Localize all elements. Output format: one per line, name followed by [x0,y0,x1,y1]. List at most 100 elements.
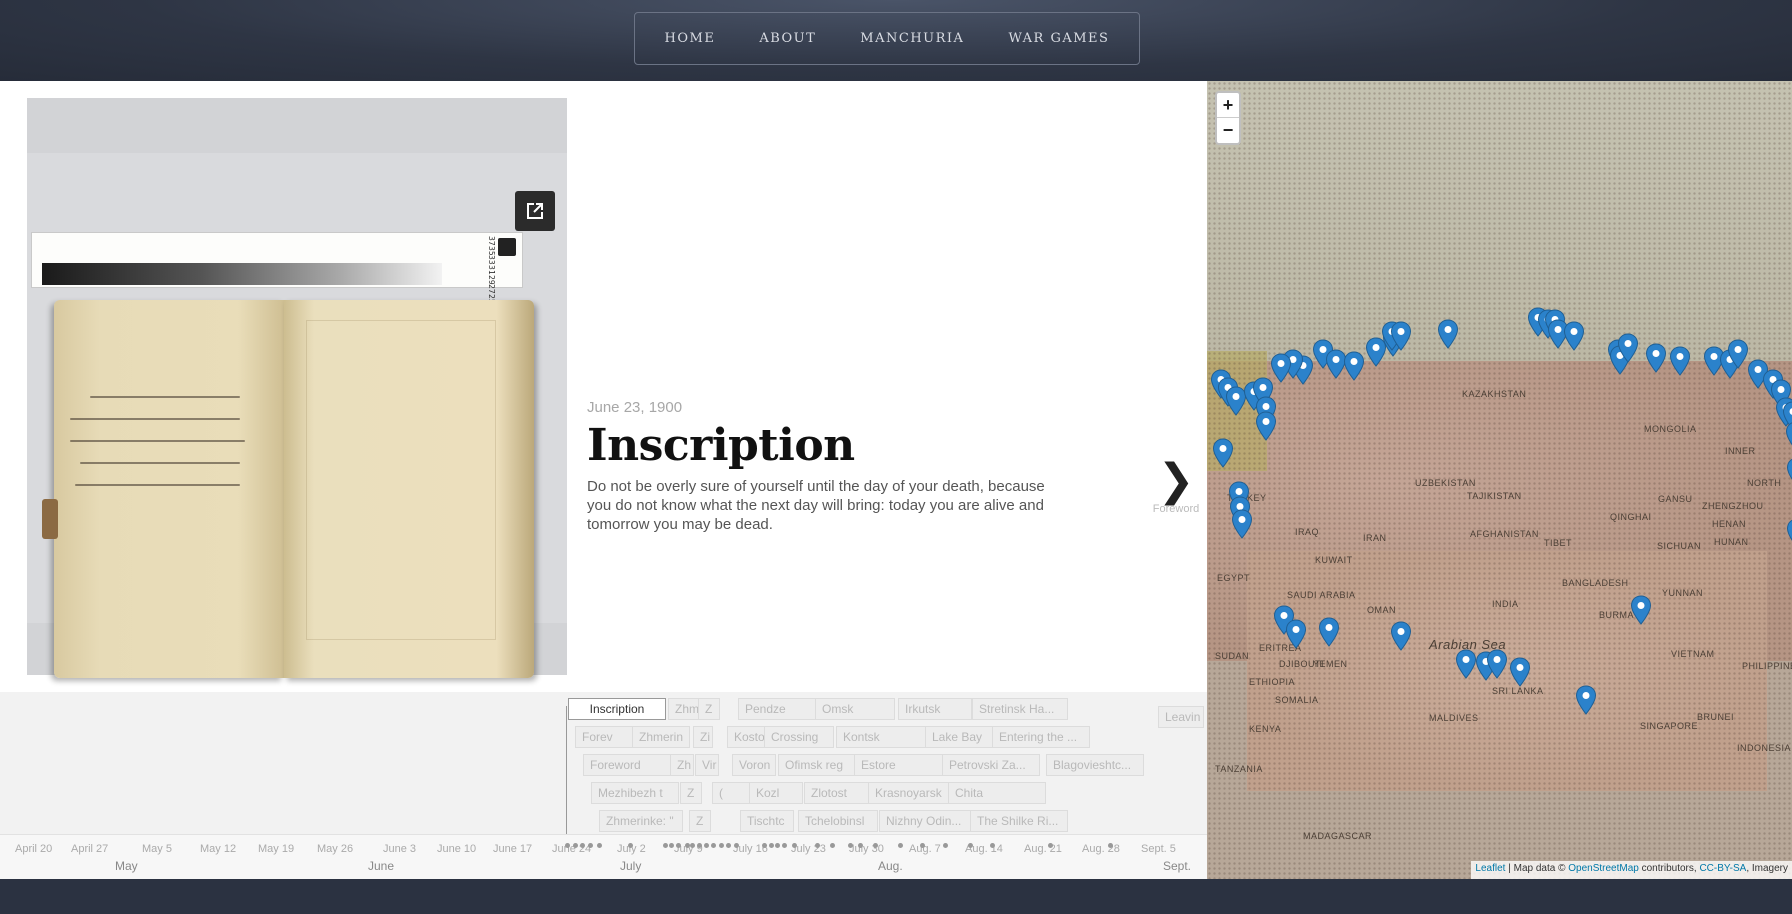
timeline-event-dot[interactable] [858,843,863,848]
timeline-event-dot[interactable] [920,843,925,848]
osm-link[interactable]: OpenStreetMap [1568,863,1639,874]
map-marker-icon[interactable] [1669,346,1691,376]
timeline-card[interactable]: Tchelobinsl [798,810,878,832]
timeline-event-dot[interactable] [628,843,633,848]
timeline-card-active[interactable]: Inscription [568,698,666,720]
timeline-card[interactable]: Kozl [749,782,803,804]
timeline-event-dot[interactable] [734,843,739,848]
map-marker-icon[interactable] [1486,649,1508,679]
timeline-card[interactable]: Foreword [583,754,673,776]
timeline-card[interactable]: Kosto [727,726,767,748]
timeline-event-dot[interactable] [663,843,668,848]
next-slide-button[interactable]: ❯ Foreword [1146,459,1206,516]
timeline-event-dot[interactable] [943,843,948,848]
timeline-event-dot[interactable] [588,843,593,848]
timeline-card[interactable]: Petrovski Za... [942,754,1040,776]
timeline-event-dot[interactable] [565,843,570,848]
nav-war-games[interactable]: WAR GAMES [986,31,1131,46]
map-marker-icon[interactable] [1231,509,1253,539]
timeline-card[interactable]: Entering the ... [992,726,1090,748]
timeline-card[interactable]: Estore [854,754,950,776]
timeline-card[interactable]: Voron [732,754,776,776]
timeline-card[interactable]: Leavin [1158,706,1204,728]
map-marker-icon[interactable] [1509,657,1531,687]
map-marker-icon[interactable] [1786,457,1792,487]
timeline-event-dot[interactable] [782,843,787,848]
timeline-card[interactable]: Irkutsk [898,698,972,720]
map-marker-icon[interactable] [1270,353,1292,383]
timeline-card[interactable]: Z [689,810,711,832]
timeline-event-dot[interactable] [792,843,797,848]
map-marker-icon[interactable] [1617,333,1639,363]
timeline-event-dot[interactable] [573,843,578,848]
timeline-event-dot[interactable] [1108,843,1113,848]
map-marker-icon[interactable] [1563,321,1585,351]
timeline-event-dot[interactable] [690,843,695,848]
timeline-card[interactable]: Z [698,698,720,720]
timeline-event-dot[interactable] [726,843,731,848]
timeline-event-dot[interactable] [1048,843,1053,848]
timeline-event-dot[interactable] [968,843,973,848]
timeline-event-dot[interactable] [848,843,853,848]
nav-about[interactable]: ABOUT [737,31,838,46]
map-marker-icon[interactable] [1575,685,1597,715]
map-panel[interactable]: KAZAKHSTAN MONGOLIA UZBEKISTAN TAJIKISTA… [1207,81,1792,879]
timeline-event-dot[interactable] [719,843,724,848]
timeline-card[interactable]: Blagovieshtc... [1046,754,1144,776]
timeline-event-dot[interactable] [669,843,674,848]
timeline-card[interactable]: Chita [948,782,1046,804]
timeline-event-dot[interactable] [762,843,767,848]
map-marker-icon[interactable] [1255,411,1277,441]
leaflet-link[interactable]: Leaflet [1475,863,1505,874]
timeline-card[interactable]: Pendze [738,698,816,720]
map-marker-icon[interactable] [1455,649,1477,679]
timeline-event-dot[interactable] [769,843,774,848]
timeline-event-dot[interactable] [597,843,602,848]
timeline-event-dot[interactable] [697,843,702,848]
map-marker-icon[interactable] [1786,518,1792,548]
map-marker-icon[interactable] [1727,339,1749,369]
timeline-card[interactable]: Crossing [764,726,834,748]
timeline-event-dot[interactable] [711,843,716,848]
timeline-event-dot[interactable] [830,843,835,848]
timeline-card[interactable]: Z [680,782,702,804]
timeline-axis[interactable]: April 20 April 27 May 5 May 12 May 19 May 26 J… [0,834,1207,879]
timeline-event-dot[interactable] [580,843,585,848]
timeline-card[interactable]: Krasnoyarsk [868,782,954,804]
timeline-event-dot[interactable] [990,843,995,848]
timeline-card[interactable]: Kontsk [836,726,934,748]
timeline-card[interactable]: Zi [693,726,713,748]
map-zoom-in-button[interactable]: + [1217,93,1239,118]
timeline-card[interactable]: Stretinsk Ha... [972,698,1068,720]
timeline-card[interactable]: Omsk [815,698,895,720]
nav-home[interactable]: HOME [643,31,738,46]
timeline-card[interactable]: Zhmerinke: " [599,810,683,832]
map-marker-icon[interactable] [1390,621,1412,651]
map-zoom-out-button[interactable]: − [1217,118,1239,143]
timeline-card[interactable]: Zhmerin [632,726,690,748]
timeline-card[interactable]: Vir [695,754,719,776]
map-marker-icon[interactable] [1390,321,1412,351]
timeline-card[interactable]: The Shilke Ri... [970,810,1068,832]
timeline-event-dot[interactable] [815,843,820,848]
map-marker-icon[interactable] [1318,617,1340,647]
map-marker-icon[interactable] [1212,438,1234,468]
timeline-event-dot[interactable] [898,843,903,848]
timeline-card[interactable]: Lake Bay [925,726,993,748]
timeline-event-dot[interactable] [873,843,878,848]
map-marker-icon[interactable] [1645,343,1667,373]
map-marker-icon[interactable] [1437,319,1459,349]
license-link[interactable]: CC-BY-SA [1699,863,1746,874]
map-marker-icon[interactable] [1285,619,1307,649]
nav-manchuria[interactable]: MANCHURIA [838,31,986,46]
timeline-event-dot[interactable] [676,843,681,848]
timeline-card[interactable]: Tischtc [740,810,794,832]
map-marker-icon[interactable] [1343,351,1365,381]
timeline-card[interactable]: Mezhibezh t [591,782,679,804]
timeline-event-dot[interactable] [775,843,780,848]
fullscreen-button[interactable] [515,191,555,231]
timeline-event-dot[interactable] [704,843,709,848]
map-marker-icon[interactable] [1785,421,1792,451]
map-marker-icon[interactable] [1630,595,1652,625]
timeline-card[interactable]: Nizhny Odin... [879,810,971,832]
